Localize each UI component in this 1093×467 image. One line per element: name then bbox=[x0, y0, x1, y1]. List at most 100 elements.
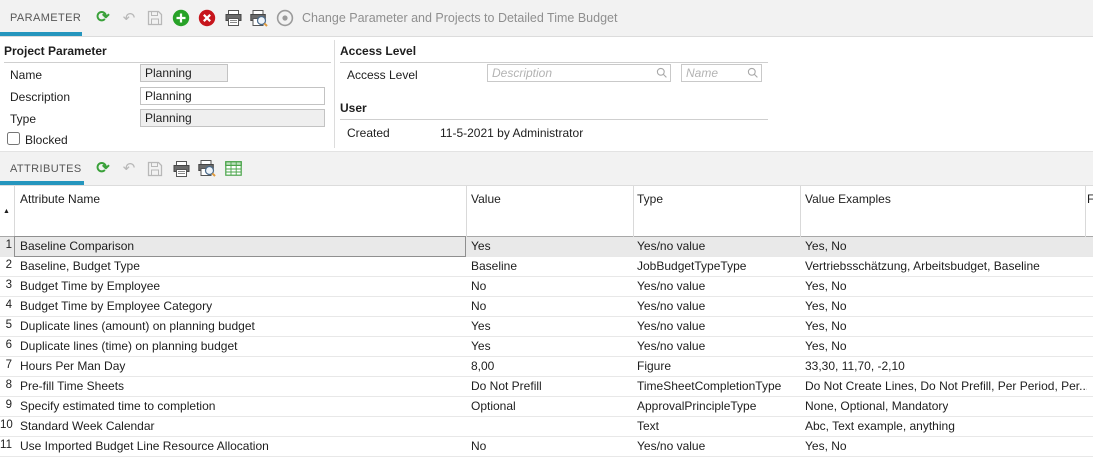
print-icon[interactable] bbox=[220, 7, 246, 29]
cell-value[interactable]: Yes bbox=[471, 339, 491, 353]
row-number: 5 bbox=[0, 319, 12, 331]
cell-type[interactable]: ApprovalPrincipleType bbox=[637, 399, 756, 413]
grid-view-icon[interactable] bbox=[220, 158, 246, 180]
cell-type[interactable]: Yes/no value bbox=[637, 319, 705, 333]
column-header-value-examples[interactable]: Value Examples bbox=[805, 192, 891, 206]
undo-icon[interactable]: ↶ bbox=[116, 158, 142, 180]
cell-type[interactable]: Yes/no value bbox=[637, 299, 705, 313]
table-row[interactable]: 1 Baseline Comparison Yes Yes/no value Y… bbox=[0, 237, 1093, 257]
table-row[interactable]: 4 Budget Time by Employee Category No Ye… bbox=[0, 297, 1093, 317]
row-number: 2 bbox=[0, 259, 12, 271]
cell-attribute-name[interactable]: Baseline Comparison bbox=[20, 239, 134, 253]
cell-value-examples[interactable]: Yes, No bbox=[805, 299, 847, 313]
access-level-description-input[interactable] bbox=[487, 64, 671, 82]
description-label: Description bbox=[10, 90, 70, 104]
refresh-icon[interactable]: ⟳ bbox=[90, 7, 116, 29]
cell-type[interactable]: TimeSheetCompletionType bbox=[637, 379, 781, 393]
table-row[interactable]: 8 Pre-fill Time Sheets Do Not Prefill Ti… bbox=[0, 377, 1093, 397]
cell-value[interactable]: Optional bbox=[471, 399, 516, 413]
cell-attribute-name[interactable]: Budget Time by Employee Category bbox=[20, 299, 212, 313]
table-row[interactable]: 10 Standard Week Calendar Text Abc, Text… bbox=[0, 417, 1093, 437]
description-field[interactable] bbox=[140, 87, 325, 105]
cell-value[interactable]: No bbox=[471, 439, 486, 453]
active-tab-indicator bbox=[0, 181, 84, 185]
undo-icon[interactable]: ↶ bbox=[116, 7, 142, 29]
search-icon bbox=[747, 67, 759, 79]
blocked-checkbox[interactable] bbox=[7, 132, 20, 145]
cell-value-examples[interactable]: Abc, Text example, anything bbox=[805, 419, 955, 433]
cell-value[interactable]: Yes bbox=[471, 319, 491, 333]
refresh-icon[interactable]: ⟳ bbox=[90, 158, 116, 180]
table-row[interactable]: 9 Specify estimated time to completion O… bbox=[0, 397, 1093, 417]
cell-type[interactable]: Yes/no value bbox=[637, 339, 705, 353]
column-header-attribute-name[interactable]: Attribute Name bbox=[20, 192, 100, 206]
tab-parameter[interactable]: PARAMETER bbox=[0, 12, 90, 24]
cell-type[interactable]: JobBudgetTypeType bbox=[637, 259, 746, 273]
panel-divider bbox=[334, 40, 335, 148]
table-row[interactable]: 5 Duplicate lines (amount) on planning b… bbox=[0, 317, 1093, 337]
table-row[interactable]: 11 Use Imported Budget Line Resource All… bbox=[0, 437, 1093, 457]
cell-value-examples[interactable]: Yes, No bbox=[805, 239, 847, 253]
cell-attribute-name[interactable]: Budget Time by Employee bbox=[20, 279, 160, 293]
save-icon[interactable] bbox=[142, 158, 168, 180]
cell-attribute-name[interactable]: Hours Per Man Day bbox=[20, 359, 125, 373]
type-field[interactable] bbox=[140, 109, 325, 127]
cell-type[interactable]: Figure bbox=[637, 359, 671, 373]
table-row[interactable]: 2 Baseline, Budget Type Baseline JobBudg… bbox=[0, 257, 1093, 277]
cell-value-examples[interactable]: Vertriebsschätzung, Arbeitsbudget, Basel… bbox=[805, 259, 1040, 273]
cell-value-examples[interactable]: Do Not Create Lines, Do Not Prefill, Per… bbox=[805, 379, 1087, 393]
cell-attribute-name[interactable]: Baseline, Budget Type bbox=[20, 259, 140, 273]
delete-icon[interactable] bbox=[194, 7, 220, 29]
parameter-toolbar: PARAMETER ⟳ ↶ Change Parameter and Proje… bbox=[0, 0, 1093, 37]
cell-value-examples[interactable]: Yes, No bbox=[805, 339, 847, 353]
cell-value-examples[interactable]: Yes, No bbox=[805, 439, 847, 453]
cell-type[interactable]: Text bbox=[637, 419, 659, 433]
print-preview-icon[interactable] bbox=[246, 7, 272, 29]
row-number: 7 bbox=[0, 359, 12, 371]
access-level-name-search bbox=[681, 64, 762, 82]
add-icon[interactable] bbox=[168, 7, 194, 29]
cell-type[interactable]: Yes/no value bbox=[637, 279, 705, 293]
section-title-user: User bbox=[340, 101, 768, 120]
attributes-table-body: 1 Baseline Comparison Yes Yes/no value Y… bbox=[0, 237, 1093, 457]
cell-attribute-name[interactable]: Standard Week Calendar bbox=[20, 419, 155, 433]
print-icon[interactable] bbox=[168, 158, 194, 180]
name-field[interactable] bbox=[140, 64, 228, 82]
cell-attribute-name[interactable]: Duplicate lines (amount) on planning bud… bbox=[20, 319, 255, 333]
cell-value[interactable]: Yes bbox=[471, 239, 491, 253]
cell-type[interactable]: Yes/no value bbox=[637, 239, 705, 253]
tab-attributes[interactable]: ATTRIBUTES bbox=[0, 163, 90, 175]
save-icon[interactable] bbox=[142, 7, 168, 29]
cell-attribute-name[interactable]: Use Imported Budget Line Resource Alloca… bbox=[20, 439, 269, 453]
cell-attribute-name[interactable]: Duplicate lines (time) on planning budge… bbox=[20, 339, 237, 353]
sort-ascending-icon[interactable]: ▲ bbox=[3, 208, 10, 215]
action-button-change-parameter[interactable]: Change Parameter and Projects to Detaile… bbox=[302, 11, 617, 25]
cell-value-examples[interactable]: None, Optional, Mandatory bbox=[805, 399, 948, 413]
cell-value[interactable]: 8,00 bbox=[471, 359, 494, 373]
cell-attribute-name[interactable]: Specify estimated time to completion bbox=[20, 399, 215, 413]
attributes-table-header: ▲ Attribute Name Value Type Value Exampl… bbox=[0, 186, 1093, 237]
table-row[interactable]: 3 Budget Time by Employee No Yes/no valu… bbox=[0, 277, 1093, 297]
table-row[interactable]: 7 Hours Per Man Day 8,00 Figure 33,30, 1… bbox=[0, 357, 1093, 377]
section-title-project-parameter: Project Parameter bbox=[4, 44, 331, 63]
cell-value-examples[interactable]: 33,30, 11,70, -2,10 bbox=[805, 359, 905, 373]
blocked-label: Blocked bbox=[25, 133, 68, 147]
access-level-description-search bbox=[487, 64, 671, 82]
cell-attribute-name[interactable]: Pre-fill Time Sheets bbox=[20, 379, 124, 393]
print-preview-icon[interactable] bbox=[194, 158, 220, 180]
column-header-value[interactable]: Value bbox=[471, 192, 501, 206]
table-row[interactable]: 6 Duplicate lines (time) on planning bud… bbox=[0, 337, 1093, 357]
cell-value[interactable]: No bbox=[471, 299, 486, 313]
search-icon bbox=[656, 67, 668, 79]
column-header-type[interactable]: Type bbox=[637, 192, 663, 206]
run-action-icon[interactable] bbox=[272, 7, 298, 29]
cell-type[interactable]: Yes/no value bbox=[637, 439, 705, 453]
cell-value[interactable]: Do Not Prefill bbox=[471, 379, 542, 393]
created-value: 11-5-2021 by Administrator bbox=[440, 126, 583, 140]
column-header-clipped[interactable]: F bbox=[1087, 192, 1093, 206]
cell-value[interactable]: Baseline bbox=[471, 259, 517, 273]
cell-value-examples[interactable]: Yes, No bbox=[805, 319, 847, 333]
cell-value-examples[interactable]: Yes, No bbox=[805, 279, 847, 293]
row-number: 8 bbox=[0, 379, 12, 391]
cell-value[interactable]: No bbox=[471, 279, 486, 293]
